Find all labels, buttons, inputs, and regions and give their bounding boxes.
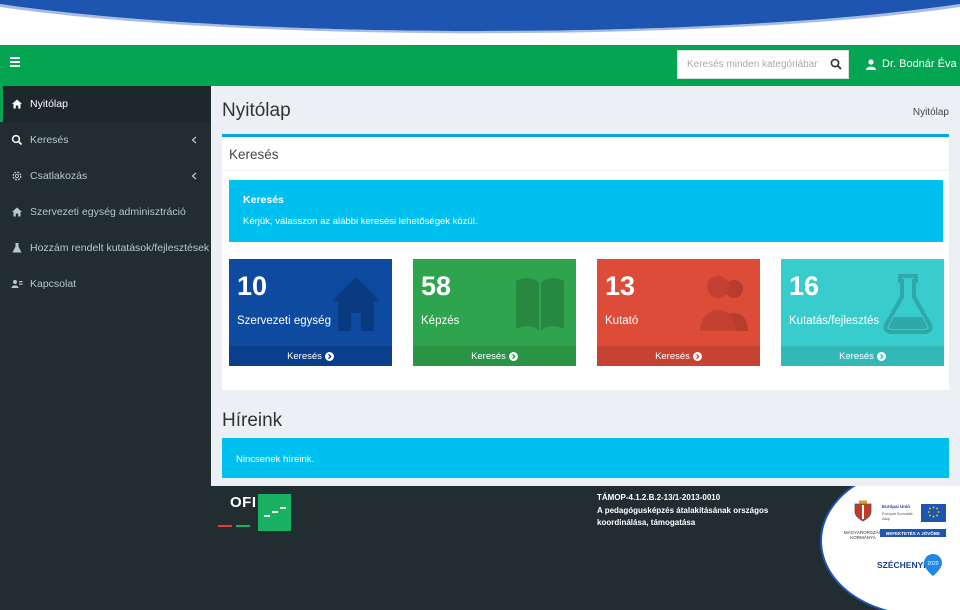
szechenyi-logo-text: SZÉCHENYI <box>877 560 926 570</box>
tile-link-label: Keresés <box>655 350 690 362</box>
tile-kepzes: 58 Képzés Keresés <box>413 259 576 366</box>
eu-flag-icon <box>921 504 946 522</box>
eu-subtitle: Európai Szociális Alap <box>882 511 913 521</box>
sidebar-item-nyitolap[interactable]: Nyitólap <box>0 86 211 122</box>
tile-link-label: Keresés <box>839 350 874 362</box>
sidebar-item-label: Nyitólap <box>30 98 68 110</box>
tile-search-link[interactable]: Keresés <box>781 346 944 366</box>
tile-search-link[interactable]: Keresés <box>413 346 576 366</box>
home-icon <box>12 99 22 109</box>
sidebar-item-kapcsolat[interactable]: Kapcsolat <box>0 266 211 302</box>
arrow-circle-right-icon <box>876 351 886 361</box>
tile-count: 13 <box>605 271 636 301</box>
search-callout: Keresés Kérjük, válasszon az alábbi kere… <box>229 180 943 242</box>
search-input[interactable] <box>678 51 818 78</box>
user-icon <box>866 58 876 70</box>
sidebar-item-label: Keresés <box>30 134 69 146</box>
tile-count: 10 <box>237 271 268 301</box>
szechenyi-year: 2020 <box>927 561 938 567</box>
eu-title: Európai Unió <box>882 504 910 509</box>
tile-label: Kutató <box>605 315 639 327</box>
tile-count: 16 <box>789 271 820 301</box>
contact-icon <box>11 280 23 288</box>
tile-label: Kutatás/fejlesztés <box>789 315 880 327</box>
project-line1: A pedagógusképzés átalakításának országo… <box>597 505 769 515</box>
project-line2: koordinálása, támogatása <box>597 518 696 527</box>
szechenyi-pin-icon: 2020 <box>924 554 942 576</box>
coat-of-arms-text: MAGYARORSZÁG KORMÁNYA <box>843 530 883 540</box>
sidebar-item-kutatasok[interactable]: Hozzám rendelt kutatások/fejlesztések <box>0 230 211 266</box>
coat-of-arms-icon <box>854 500 872 522</box>
ofi-logo-lines <box>218 525 250 527</box>
user-menu[interactable]: Dr. Bodnár Éva <box>866 58 960 70</box>
arrow-circle-right-icon <box>324 351 334 361</box>
search-panel: Keresés Keresés Kérjük, válasszon az alá… <box>222 134 949 390</box>
search-panel-title: Keresés <box>229 147 279 162</box>
tile-search-link[interactable]: Keresés <box>229 346 392 366</box>
sidebar-item-csatlakozas[interactable]: Csatlakozás <box>0 158 211 194</box>
sidebar-item-label: Kapcsolat <box>30 278 77 290</box>
gear-icon <box>12 171 22 181</box>
tile-szervezeti-egyseg: 10 Szervezeti egység Keresés <box>229 259 392 366</box>
top-navbar: Dr. Bodnár Éva <box>0 45 960 86</box>
book-icon <box>516 278 564 331</box>
flask-icon <box>883 274 933 334</box>
news-empty-callout: Nincsenek híreink. <box>222 438 949 478</box>
search-icon[interactable] <box>830 58 842 70</box>
project-info: TÁMOP-4.1.2.B.2-13/1-2013-0010 A pedagóg… <box>597 492 768 530</box>
tile-label: Szervezeti egység <box>237 315 331 327</box>
project-code: TÁMOP-4.1.2.B.2-13/1-2013-0010 <box>597 493 721 502</box>
tile-search-link[interactable]: Keresés <box>597 346 760 366</box>
news-empty-text: Nincsenek híreink. <box>236 454 315 465</box>
menu-toggle-icon[interactable] <box>10 57 20 71</box>
ofi-logo-icon <box>258 494 291 531</box>
sidebar-item-kereses[interactable]: Keresés <box>0 122 211 158</box>
chevron-left-icon <box>191 172 197 180</box>
house-icon <box>332 277 380 331</box>
divider <box>222 170 949 171</box>
chevron-left-icon <box>191 136 197 144</box>
sidebar-item-szervezeti-egyseg[interactable]: Szervezeti egység adminisztráció <box>0 194 211 230</box>
sidebar-item-label: Csatlakozás <box>30 170 88 182</box>
tile-kutatas-fejlesztes: 16 Kutatás/fejlesztés Keresés <box>781 259 944 366</box>
breadcrumb[interactable]: Nyitólap <box>913 107 949 118</box>
tile-label: Képzés <box>421 315 460 327</box>
callout-text: Kérjük, válasszon az alábbi keresési leh… <box>243 216 478 227</box>
tile-link-label: Keresés <box>287 350 322 362</box>
eu-slogan: BEFEKTETÉS A JÖVŐBE <box>880 529 946 537</box>
sidebar-item-label: Hozzám rendelt kutatások/fejlesztések <box>30 242 210 254</box>
user-name: Dr. Bodnár Éva <box>882 58 957 70</box>
home-icon <box>12 207 22 217</box>
tile-link-label: Keresés <box>471 350 506 362</box>
ofi-logo-text: OFI <box>230 494 257 511</box>
footer: OFI TÁMOP-4.1.2.B.2-13/1-2013-0010 A ped… <box>0 486 960 610</box>
sidebar-item-label: Szervezeti egység adminisztráció <box>30 206 186 218</box>
flask-icon <box>12 243 22 253</box>
news-title: Híreink <box>222 410 283 431</box>
header-banner <box>0 0 960 46</box>
main-content: Nyitólap Nyitólap Keresés Keresés Kérjük… <box>211 86 960 486</box>
search-icon <box>11 134 23 146</box>
global-search <box>677 50 849 79</box>
tile-kutato: 13 Kutató Keresés <box>597 259 760 366</box>
arrow-circle-right-icon <box>508 351 518 361</box>
page-title: Nyitólap <box>222 100 291 121</box>
callout-title: Keresés <box>243 194 284 206</box>
arrow-circle-right-icon <box>692 351 702 361</box>
sidebar: Nyitólap Keresés Csatlakozás Szervezeti … <box>0 86 211 486</box>
users-icon <box>700 276 748 331</box>
tile-count: 58 <box>421 271 452 301</box>
